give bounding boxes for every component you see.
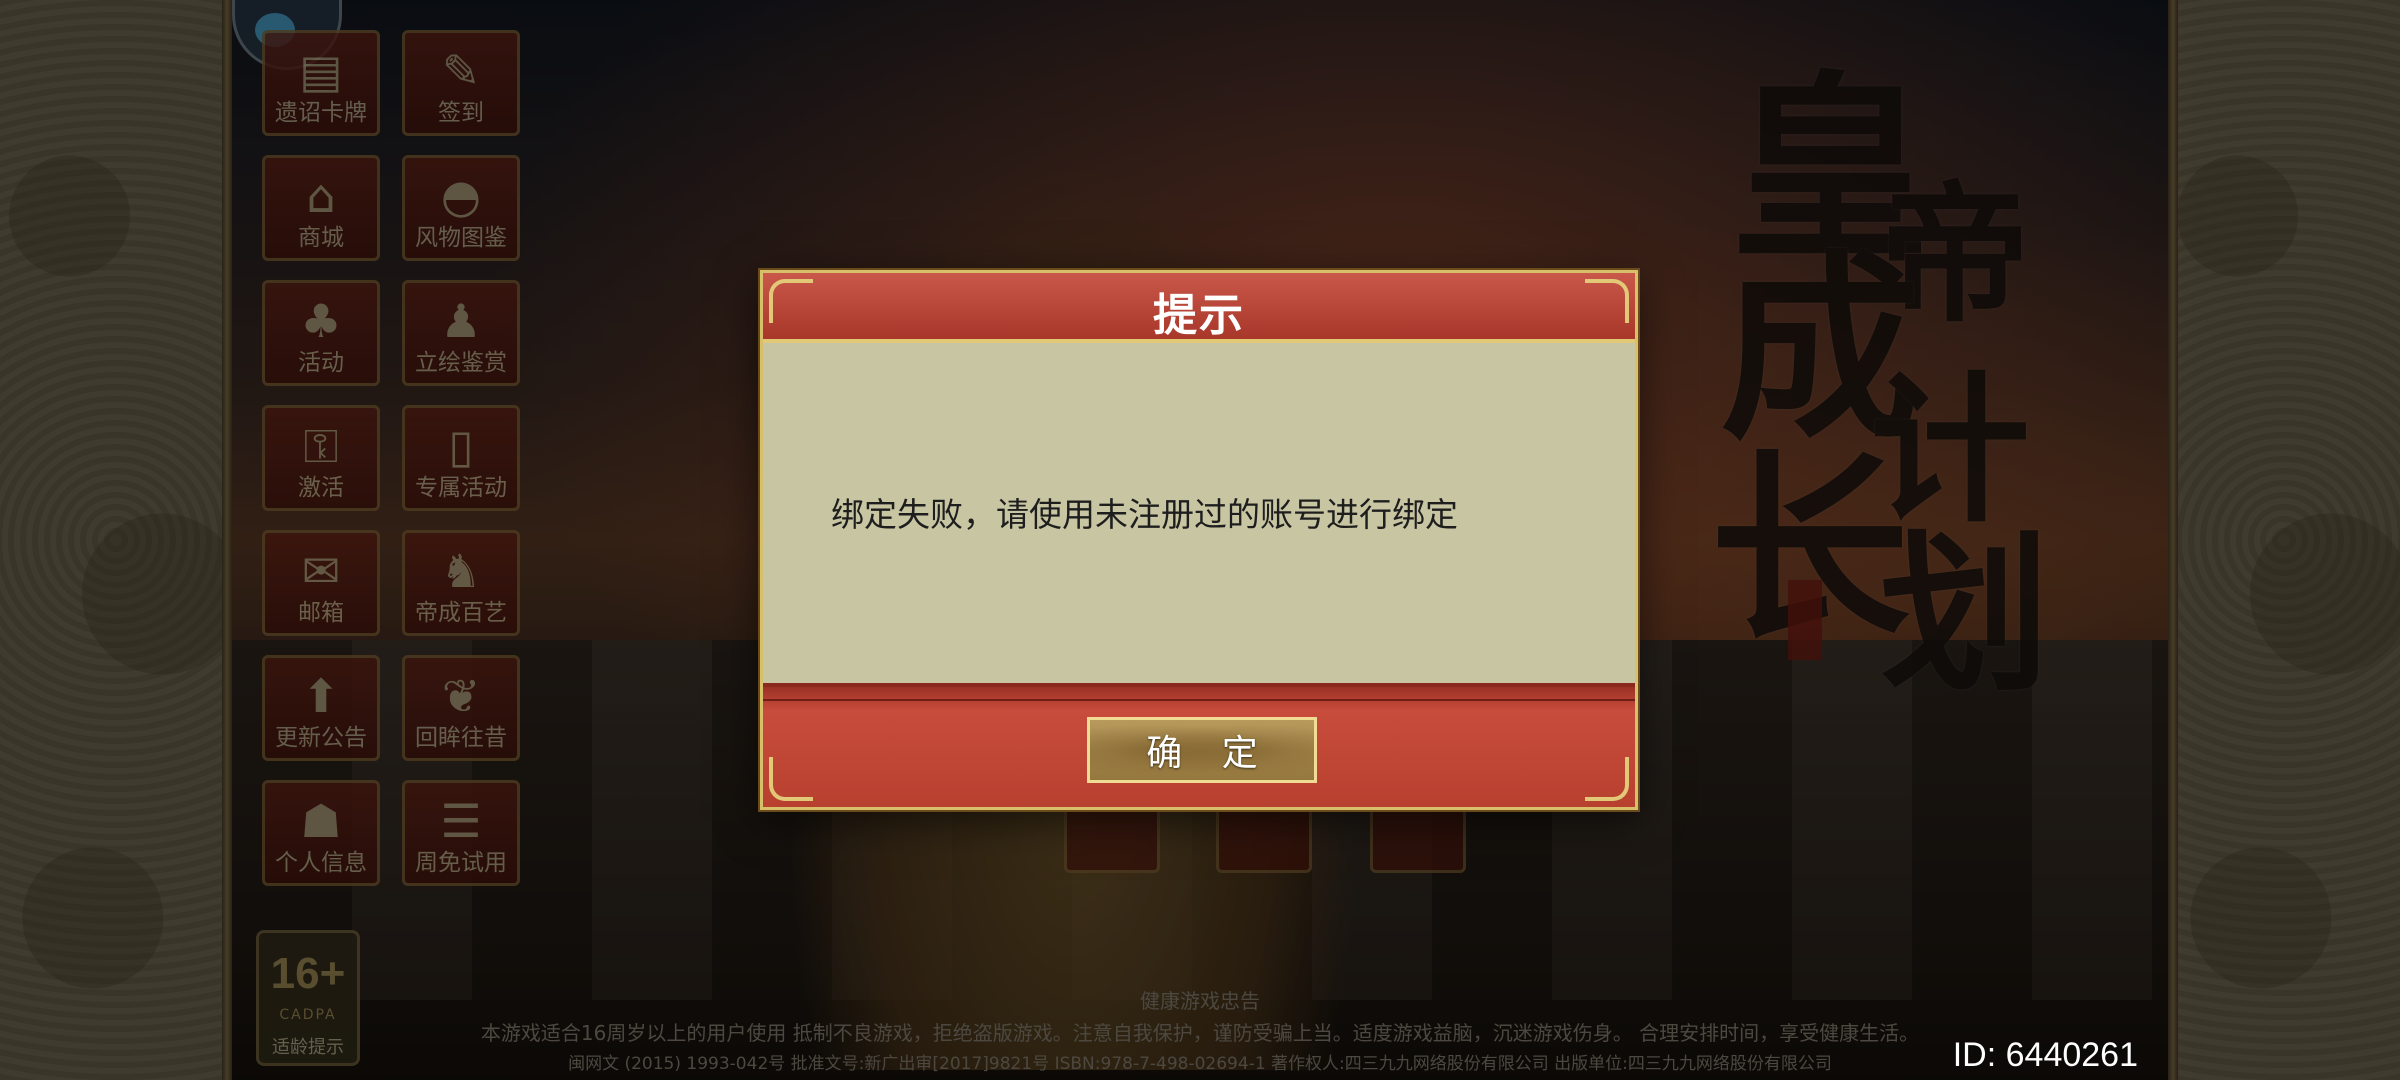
corner-ornament [1585, 757, 1629, 801]
corner-ornament [1585, 279, 1629, 323]
confirm-button[interactable]: 确 定 [1087, 717, 1317, 783]
confirm-button-label: 确 定 [1146, 733, 1272, 774]
user-id-label: ID: 6440261 [1952, 1036, 2138, 1074]
game-screen: 皇 帝 成 长 计 划 ▤ 遗诏卡牌 ✎ 签到 ⌂ 商城 ◓ 风物图鉴 ♣ 活动 [0, 0, 2400, 1080]
corner-ornament [769, 757, 813, 801]
dialog-footer: 确 定 [763, 683, 1635, 807]
dialog-body: 绑定失败，请使用未注册过的账号进行绑定 [763, 343, 1635, 687]
alert-dialog: 提示 绑定失败，请使用未注册过的账号进行绑定 确 定 [760, 270, 1638, 810]
dialog-title: 提示 [1153, 290, 1245, 341]
corner-ornament [769, 279, 813, 323]
dialog-header: 提示 [763, 273, 1635, 343]
dialog-message: 绑定失败，请使用未注册过的账号进行绑定 [831, 495, 1458, 534]
